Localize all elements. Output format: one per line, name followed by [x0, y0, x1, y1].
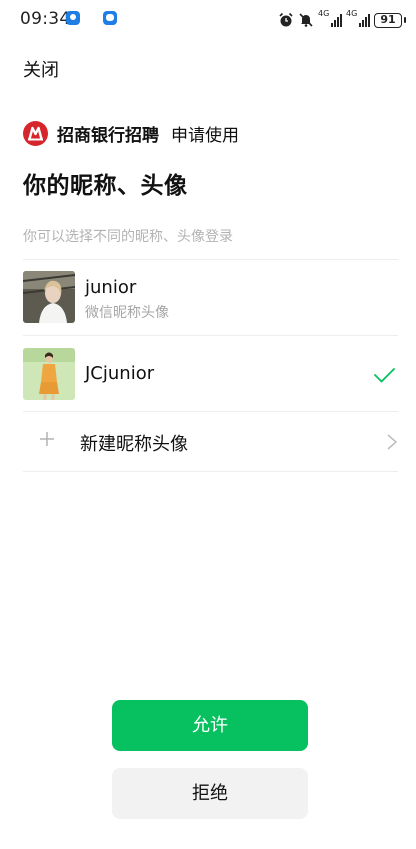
cellular-signal-icon: 4G	[318, 9, 342, 28]
battery-icon: 91	[374, 12, 406, 28]
avatar	[23, 271, 75, 323]
network-type-label: 4G	[318, 9, 330, 18]
page-title: 你的昵称、头像	[23, 173, 188, 199]
new-profile-label: 新建昵称头像	[80, 434, 188, 455]
app-name: 招商银行招聘	[57, 125, 159, 146]
checkmark-icon	[374, 368, 395, 383]
profile-name: junior	[85, 277, 137, 298]
chevron-right-icon	[387, 434, 398, 450]
profile-option[interactable]: junior 微信昵称头像	[0, 260, 416, 335]
requesting-app: 招商银行招聘 申请使用	[23, 120, 239, 146]
authorization-screen: 09:34 4G 4G 91 关闭 招商银行招聘 申请使用 你的昵称、头像 你可…	[0, 0, 416, 849]
cellular-signal-icon-2: 4G	[346, 9, 370, 28]
app-notification-icon	[66, 11, 80, 25]
allow-button[interactable]: 允许	[112, 700, 308, 751]
hint-text: 你可以选择不同的昵称、头像登录	[23, 229, 233, 245]
alarm-icon	[279, 12, 293, 27]
message-notification-icon	[103, 11, 117, 25]
deny-button[interactable]: 拒绝	[112, 768, 308, 819]
status-time: 09:34	[20, 9, 71, 29]
bank-logo-icon	[23, 120, 48, 146]
network-type-label-2: 4G	[346, 9, 358, 18]
new-profile-button[interactable]: 新建昵称头像	[0, 412, 416, 472]
divider	[23, 471, 398, 472]
profile-option[interactable]: JCjunior	[0, 336, 416, 411]
status-bar: 09:34 4G 4G 91	[0, 0, 416, 40]
close-button[interactable]: 关闭	[23, 56, 59, 82]
plus-icon	[40, 432, 54, 446]
profile-name: JCjunior	[85, 363, 155, 384]
avatar	[23, 348, 75, 400]
status-indicators: 4G 4G 91	[278, 9, 406, 30]
request-text: 申请使用	[171, 125, 239, 146]
mute-icon	[299, 13, 313, 27]
profile-subtitle: 微信昵称头像	[85, 305, 169, 321]
